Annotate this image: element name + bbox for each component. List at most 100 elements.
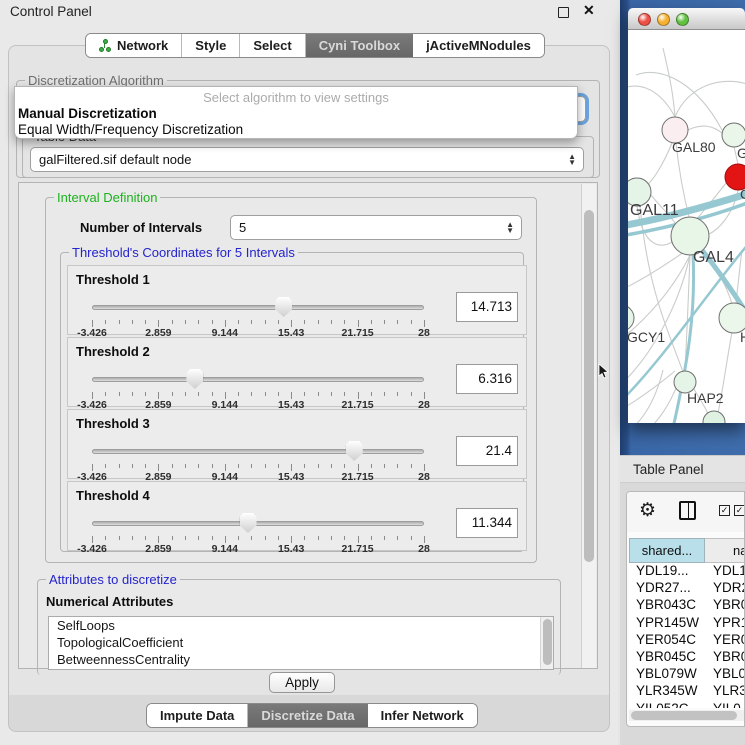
slider-tick bbox=[238, 320, 239, 324]
slider-tick bbox=[371, 392, 372, 396]
zoom-traffic-light-icon[interactable] bbox=[676, 13, 689, 26]
scrollbar-thumb[interactable] bbox=[584, 210, 594, 562]
slider-tick bbox=[198, 320, 199, 324]
threshold-panel: Threshold 4 -3.4262.8599.14415.4321.71528… bbox=[67, 481, 527, 551]
interval-definition-groupbox: Interval Definition Number of Intervals … bbox=[45, 197, 537, 563]
table-row[interactable]: YBR043CYBR0 bbox=[629, 597, 745, 614]
tab-cyni-toolbox[interactable]: Cyni Toolbox bbox=[306, 34, 413, 57]
tab-label: Cyni Toolbox bbox=[319, 38, 400, 53]
apply-button[interactable]: Apply bbox=[269, 672, 335, 693]
column-header-name[interactable]: na bbox=[705, 538, 745, 563]
tab-jactivemnodules[interactable]: jActiveMNodules bbox=[413, 34, 544, 57]
minimize-traffic-light-icon[interactable] bbox=[657, 13, 670, 26]
network-window-titlebar[interactable] bbox=[628, 8, 745, 30]
top-tabstrip: NetworkStyleSelect Cyni Toolbox jActiveMNo… bbox=[85, 33, 545, 58]
threshold-slider: -3.4262.8599.14415.4321.71528 bbox=[92, 512, 424, 550]
close-traffic-light-icon[interactable] bbox=[638, 13, 651, 26]
num-intervals-combobox[interactable]: 5 ▲▼ bbox=[230, 215, 522, 240]
slider-track[interactable] bbox=[92, 449, 424, 454]
table-row[interactable]: YDR27...YDR2 bbox=[629, 580, 745, 597]
slider-tick bbox=[344, 536, 345, 540]
gear-icon[interactable]: ⚙ bbox=[639, 499, 656, 522]
table-row[interactable]: YDL19...YDL1 bbox=[629, 563, 745, 580]
list-scrollbar[interactable] bbox=[540, 617, 553, 669]
settings-vertical-scrollbar[interactable] bbox=[581, 184, 596, 668]
network-node[interactable] bbox=[703, 411, 725, 423]
slider-tick bbox=[265, 536, 266, 540]
network-node-g[interactable] bbox=[722, 123, 745, 147]
bottom-tab-discretize-data[interactable]: Discretize Data bbox=[248, 704, 367, 727]
slider-tick bbox=[291, 536, 292, 543]
slider-track[interactable] bbox=[92, 377, 424, 382]
slider-thumb[interactable] bbox=[275, 297, 292, 317]
table-horizontal-scrollbar[interactable] bbox=[629, 710, 744, 721]
slider-tick bbox=[238, 392, 239, 396]
control-panel-titlebar: Control Panel ✕ bbox=[0, 0, 618, 25]
slider-thumb[interactable] bbox=[346, 441, 363, 461]
slider-tick bbox=[384, 392, 385, 396]
panel-title: Control Panel bbox=[10, 4, 92, 19]
attribute-list-item[interactable]: BetweennessCentrality bbox=[49, 651, 553, 668]
slider-tick-label: 21.715 bbox=[342, 543, 374, 555]
attribute-list-item[interactable]: SelfLoops bbox=[49, 617, 553, 634]
slider-tick bbox=[371, 320, 372, 324]
table-row[interactable]: YER054CYER0 bbox=[629, 632, 745, 649]
table-panel-titlebar: Table Panel bbox=[620, 455, 745, 483]
table-row[interactable]: YLR345WYLR3 bbox=[629, 683, 745, 700]
node-label: G bbox=[737, 145, 745, 161]
dropdown-option[interactable]: Manual Discretization bbox=[18, 106, 574, 121]
slider-track[interactable] bbox=[92, 521, 424, 526]
table-row[interactable]: YPR145WYPR1 bbox=[629, 615, 745, 632]
checkbox-icon[interactable]: ✓ bbox=[734, 505, 745, 516]
table-row[interactable]: YBR045CYBR0 bbox=[629, 649, 745, 666]
split-view-icon[interactable] bbox=[679, 501, 696, 520]
column-header-shared[interactable]: shared... bbox=[629, 538, 705, 563]
table-data-combobox[interactable]: galFiltered.sif default node ▲▼ bbox=[30, 147, 584, 172]
table-row[interactable]: YIL052CYIL0 bbox=[629, 701, 745, 709]
threshold-value-field[interactable]: 14.713 bbox=[456, 292, 518, 322]
slider-tick bbox=[397, 320, 398, 324]
table-header-row: shared... na bbox=[629, 538, 745, 563]
node-label: GAL4 bbox=[693, 249, 734, 266]
slider-track[interactable] bbox=[92, 305, 424, 310]
tab-style[interactable]: Style bbox=[182, 34, 240, 57]
table-row[interactable]: YBL079WYBL0 bbox=[629, 666, 745, 683]
threshold-value-field[interactable]: 21.4 bbox=[456, 436, 518, 466]
slider-tick bbox=[358, 320, 359, 327]
network-icon bbox=[99, 39, 112, 53]
slider-thumb[interactable] bbox=[186, 369, 203, 389]
slider-tick bbox=[185, 320, 186, 324]
slider-tick bbox=[158, 320, 159, 327]
checkbox-icon[interactable]: ✓ bbox=[719, 505, 730, 516]
cell-shared-name: YBR045C bbox=[629, 649, 705, 666]
slider-tick bbox=[251, 536, 252, 540]
scrollbar-thumb[interactable] bbox=[631, 711, 737, 720]
bottom-tab-infer-network[interactable]: Infer Network bbox=[368, 704, 477, 727]
thresholds-group-title: Threshold's Coordinates for 5 Intervals bbox=[69, 245, 298, 260]
slider-tick bbox=[411, 392, 412, 396]
slider-tick bbox=[265, 464, 266, 468]
float-window-icon[interactable] bbox=[558, 7, 569, 18]
close-panel-icon[interactable]: ✕ bbox=[583, 2, 595, 19]
slider-thumb[interactable] bbox=[240, 513, 257, 533]
network-node-gcy1[interactable] bbox=[628, 305, 634, 331]
threshold-panel: Threshold 2-3.4262.8599.14415.4321.71528… bbox=[67, 337, 527, 407]
threshold-value-field[interactable]: 6.316 bbox=[456, 364, 518, 394]
slider-tick bbox=[344, 392, 345, 396]
attribute-list-item[interactable]: TopologicalCoefficient bbox=[49, 634, 553, 651]
slider-tick bbox=[225, 320, 226, 327]
tab-select[interactable]: Select bbox=[240, 34, 305, 57]
num-intervals-label: Number of Intervals bbox=[80, 220, 202, 235]
node-label: GAL80 bbox=[672, 139, 716, 155]
thresholds-groupbox: Threshold's Coordinates for 5 Intervals … bbox=[60, 252, 524, 552]
network-canvas[interactable]: GAL80GCGAL11GAL4GCY1HHAP2 bbox=[628, 30, 745, 423]
tab-network[interactable]: Network bbox=[86, 34, 182, 57]
slider-tick bbox=[132, 392, 133, 396]
slider-tick bbox=[304, 320, 305, 324]
threshold-value-field[interactable]: 11.344 bbox=[456, 508, 518, 538]
bottom-tab-impute-data[interactable]: Impute Data bbox=[147, 704, 248, 727]
threshold-label: Threshold 4 bbox=[76, 488, 150, 503]
dropdown-option[interactable]: Equal Width/Frequency Discretization bbox=[18, 122, 574, 137]
slider-tick bbox=[318, 464, 319, 468]
slider-tick bbox=[344, 464, 345, 468]
